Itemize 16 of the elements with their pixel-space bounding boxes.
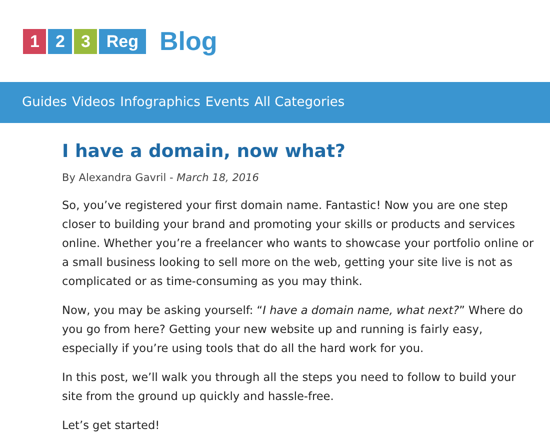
paragraph: Now, you may be asking yourself: “I have a domain name, what next?” Where do you go from here? Getting your new website up and running is fairly easy, especially if you’re using tools that do all the hard work for you.: [62, 303, 524, 357]
logo-tile: 1: [23, 28, 46, 54]
nav-link[interactable]: Infographics: [120, 95, 200, 110]
logo-tile: Reg: [99, 28, 146, 54]
nav-link[interactable]: Events: [205, 95, 250, 110]
logo-tile: 2: [48, 28, 72, 54]
paragraph: In this post, we’ll walk you through all the steps you need to follow to build your site from the ground up quickly and hassle-free.: [62, 370, 517, 405]
byline: By Alexandra Gavril - March 18, 2016: [62, 172, 260, 184]
logo-tile: 3: [74, 28, 98, 54]
nav-link[interactable]: Guides: [22, 95, 67, 110]
paragraph: Let’s get started!: [62, 418, 161, 434]
nav-link[interactable]: All Categories: [254, 95, 345, 110]
paragraph: So, you’ve registered your first domain name. Fantastic! Now you are one step closer to building your brand and promoting your skills or products and services online. Whether you’re a freelancer who wants to showcase your portfolio online or a small business looking to sell more on the web, getting your site live is not as complicated or as time-consuming as you may think.: [62, 198, 535, 290]
blog-title: Blog: [160, 26, 218, 56]
nav-link[interactable]: Videos: [72, 95, 116, 110]
article-title: I have a domain, now what?: [62, 141, 346, 162]
